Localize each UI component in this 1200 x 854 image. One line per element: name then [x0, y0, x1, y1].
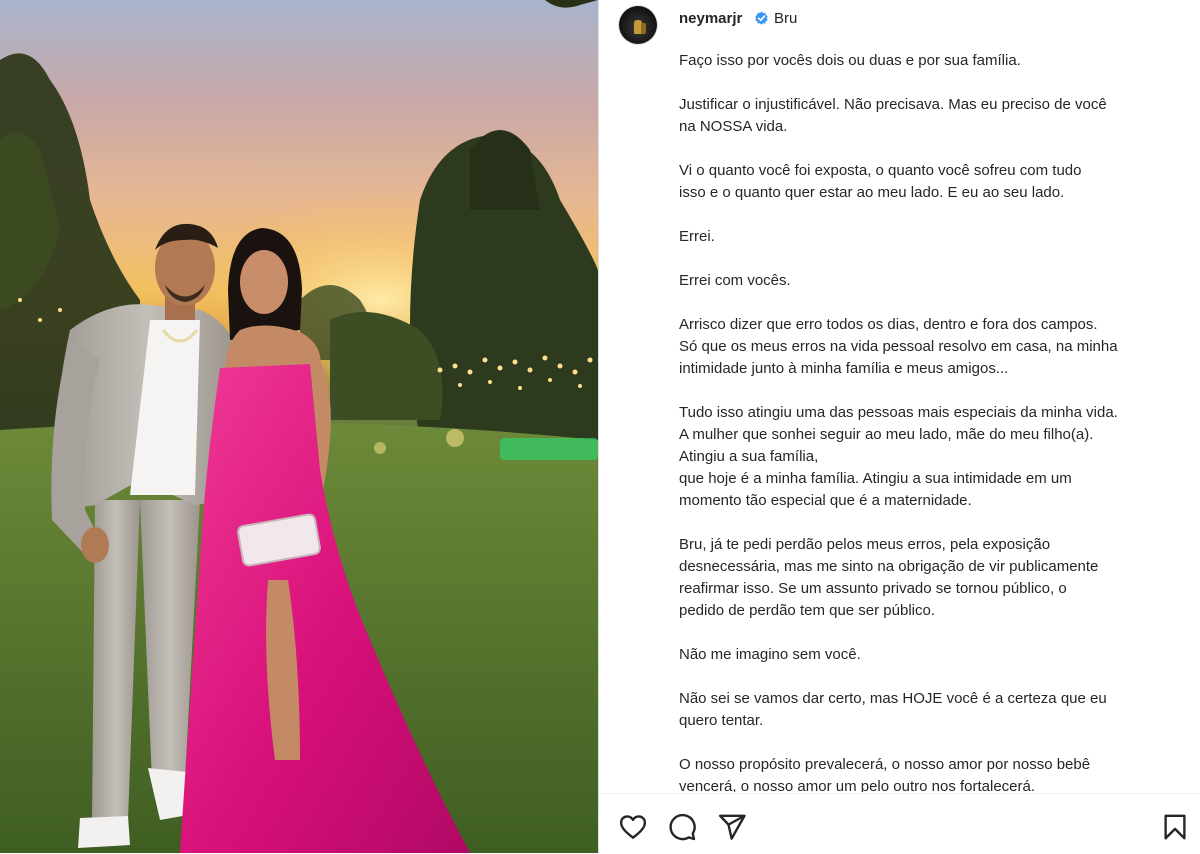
- caption-paragraph: Errei com vocês.: [679, 272, 791, 289]
- comment-icon[interactable]: [667, 812, 697, 842]
- post-sidebar: neymarjr Bru Faço isso por vocês dois ou…: [599, 0, 1200, 853]
- caption-paragraph: Vi o quanto você foi exposta, o quanto v…: [679, 162, 1082, 201]
- caption-paragraph: Não me imagino sem você.: [679, 646, 861, 663]
- post-header: neymarjr Bru: [599, 0, 1200, 50]
- caption-paragraph: Não sei se vamos dar certo, mas HOJE voc…: [679, 690, 1107, 729]
- caption-paragraph: Faço isso por vocês dois ou duas e por s…: [679, 52, 1021, 69]
- header-label: Bru: [774, 10, 798, 27]
- bookmark-icon[interactable]: [1160, 812, 1190, 842]
- photo-illustration: [0, 0, 598, 853]
- post-caption: Faço isso por vocês dois ou duas e por s…: [679, 50, 1179, 792]
- avatar[interactable]: [619, 6, 657, 44]
- caption-paragraph: Tudo isso atingiu uma das pessoas mais e…: [679, 404, 1118, 509]
- username-link[interactable]: neymarjr: [679, 10, 742, 27]
- action-bar: [599, 793, 1200, 854]
- avatar-figure-2: [641, 23, 646, 34]
- caption-paragraph: Bru, já te pedi perdão pelos meus erros,…: [679, 536, 1099, 619]
- caption-paragraph: Justificar o injustificável. Não precisa…: [679, 96, 1107, 135]
- caption-paragraph: Errei.: [679, 228, 715, 245]
- share-icon[interactable]: [717, 812, 747, 842]
- instagram-post: neymarjr Bru Faço isso por vocês dois ou…: [0, 0, 1200, 853]
- caption-paragraph: O nosso propósito prevalecerá, o nosso a…: [679, 756, 1091, 792]
- verified-badge-icon: [755, 11, 768, 25]
- heart-icon[interactable]: [618, 812, 648, 842]
- couple-photo[interactable]: [0, 0, 598, 853]
- caption-paragraph: Arrisco dizer que erro todos os dias, de…: [679, 316, 1118, 377]
